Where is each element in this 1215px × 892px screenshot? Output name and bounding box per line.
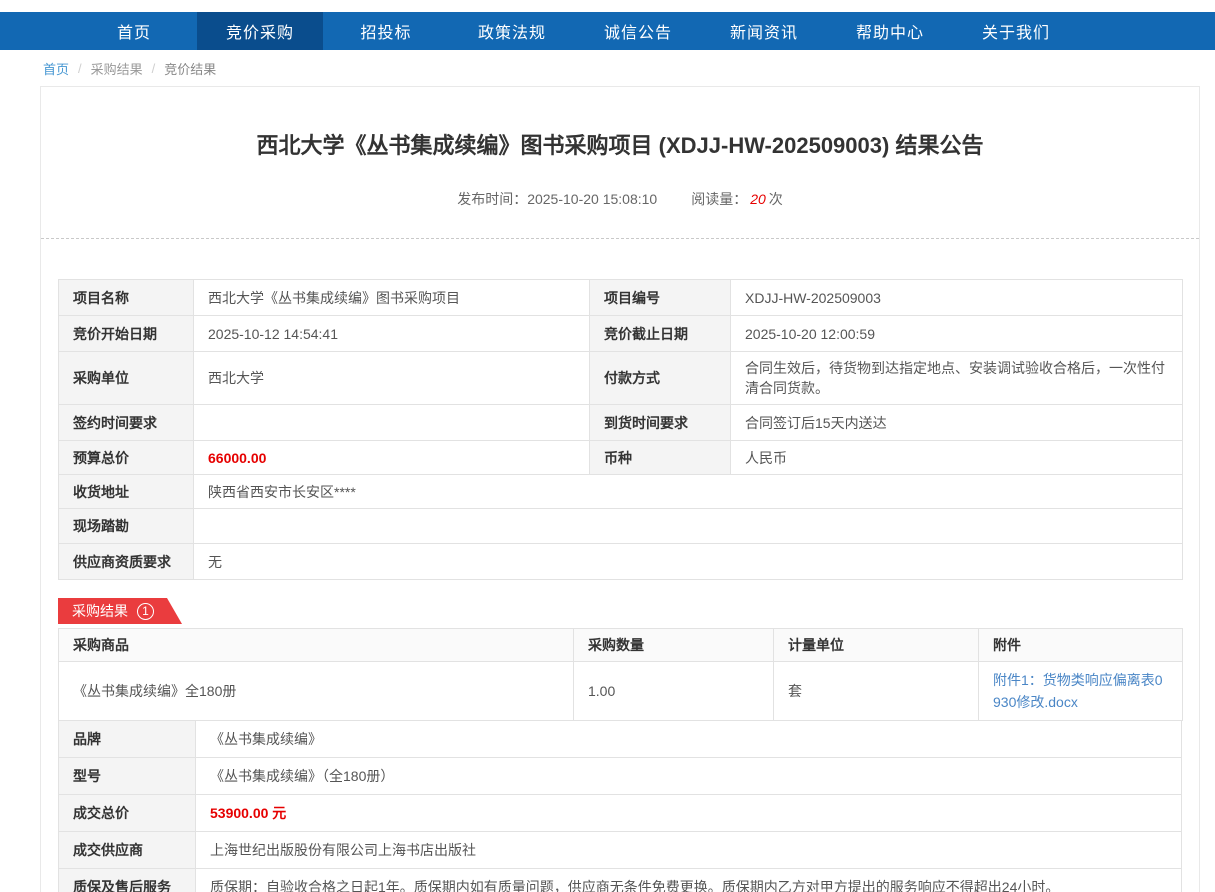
table-row-signing-delivery: 签约时间要求 到货时间要求 合同签订后15天内送达	[59, 405, 1183, 441]
field-label: 币种	[590, 441, 731, 475]
field-label: 竞价截止日期	[590, 316, 731, 352]
product-name: 《丛书集成续编》全180册	[59, 662, 574, 721]
field-value: 《丛书集成续编》	[196, 721, 1182, 758]
table-row-deal-total-price: 成交总价 53900.00 元	[59, 795, 1182, 832]
field-label: 品牌	[59, 721, 196, 758]
product-quantity: 1.00	[574, 662, 774, 721]
field-label: 项目编号	[590, 280, 731, 316]
publish-time-value: 2025-10-20 15:08:10	[527, 191, 657, 207]
field-label: 现场踏勘	[59, 509, 194, 544]
table-row-model: 型号 《丛书集成续编》（全180册）	[59, 758, 1182, 795]
field-label: 供应商资质要求	[59, 544, 194, 580]
field-label: 签约时间要求	[59, 405, 194, 441]
field-label: 成交总价	[59, 795, 196, 832]
views-count: 20	[750, 191, 766, 207]
field-label: 付款方式	[590, 352, 731, 405]
table-row-supplier-qualification: 供应商资质要求 无	[59, 544, 1183, 580]
field-label: 预算总价	[59, 441, 194, 475]
product-unit: 套	[774, 662, 979, 721]
page-title: 西北大学《丛书集成续编》图书采购项目 (XDJJ-HW-202509003) 结…	[41, 131, 1199, 161]
field-label: 质保及售后服务	[59, 869, 196, 892]
breadcrumb-separator: /	[152, 61, 156, 76]
field-value: 人民币	[731, 441, 1183, 475]
views-unit: 次	[769, 191, 783, 207]
breadcrumb-home[interactable]: 首页	[43, 59, 69, 78]
breadcrumb: 首页 / 采购结果 / 竞价结果	[0, 50, 1215, 86]
nav-item-policies[interactable]: 政策法规	[449, 12, 575, 50]
announcement-card: 西北大学《丛书集成续编》图书采购项目 (XDJJ-HW-202509003) 结…	[40, 86, 1200, 892]
project-info-table: 项目名称 西北大学《丛书集成续编》图书采购项目 项目编号 XDJJ-HW-202…	[58, 279, 1183, 580]
publish-time-label: 发布时间：	[457, 191, 527, 207]
table-row-project-name: 项目名称 西北大学《丛书集成续编》图书采购项目 项目编号 XDJJ-HW-202…	[59, 280, 1183, 316]
nav-item-about-us[interactable]: 关于我们	[953, 12, 1079, 50]
nav-item-help-center[interactable]: 帮助中心	[827, 12, 953, 50]
badge-count: 1	[137, 603, 154, 620]
dashed-divider	[41, 238, 1199, 239]
table-row-winning-supplier: 成交供应商 上海世纪出版股份有限公司上海书店出版社	[59, 832, 1182, 869]
field-value: 陕西省西安市长安区****	[194, 475, 1183, 509]
field-label: 收货地址	[59, 475, 194, 509]
column-header-product: 采购商品	[59, 629, 574, 662]
field-value: 西北大学	[194, 352, 590, 405]
nav-item-integrity-notices[interactable]: 诚信公告	[575, 12, 701, 50]
table-row-brand: 品牌 《丛书集成续编》	[59, 721, 1182, 758]
field-label: 成交供应商	[59, 832, 196, 869]
article-meta: 发布时间：2025-10-20 15:08:10 阅读量：20次	[41, 189, 1199, 209]
field-label: 竞价开始日期	[59, 316, 194, 352]
badge-label: 采购结果	[72, 601, 128, 621]
table-row-product: 《丛书集成续编》全180册 1.00 套 附件1：货物类响应偏离表0930修改.…	[59, 662, 1183, 721]
breadcrumb-separator: /	[78, 61, 82, 76]
nav-item-home[interactable]: 首页	[71, 12, 197, 50]
field-value: 2025-10-12 14:54:41	[194, 316, 590, 352]
field-value	[194, 509, 1183, 544]
main-navigation: 首页 竞价采购 招投标 政策法规 诚信公告 新闻资讯 帮助中心 关于我们	[0, 12, 1215, 50]
table-row-bidding-dates: 竞价开始日期 2025-10-12 14:54:41 竞价截止日期 2025-1…	[59, 316, 1183, 352]
column-header-unit: 计量单位	[774, 629, 979, 662]
field-value: XDJJ-HW-202509003	[731, 280, 1183, 316]
deal-detail-table: 品牌 《丛书集成续编》 型号 《丛书集成续编》（全180册） 成交总价 5390…	[58, 720, 1182, 892]
field-value	[194, 405, 590, 441]
field-value: 《丛书集成续编》（全180册）	[196, 758, 1182, 795]
nav-item-news[interactable]: 新闻资讯	[701, 12, 827, 50]
field-value: 2025-10-20 12:00:59	[731, 316, 1183, 352]
breadcrumb-procurement-results[interactable]: 采购结果	[91, 59, 143, 78]
views-label: 阅读量：	[691, 191, 747, 207]
column-header-quantity: 采购数量	[574, 629, 774, 662]
table-header-row: 采购商品 采购数量 计量单位 附件	[59, 629, 1183, 662]
field-label: 采购单位	[59, 352, 194, 405]
table-row-delivery-address: 收货地址 陕西省西安市长安区****	[59, 475, 1183, 509]
nav-item-bidding-procurement[interactable]: 竞价采购	[197, 12, 323, 50]
table-row-purchaser-payment: 采购单位 西北大学 付款方式 合同生效后，待货物到达指定地点、安装调试验收合格后…	[59, 352, 1183, 405]
field-value: 质保期：自验收合格之日起1年。质保期内如有质量问题，供应商无条件免费更换。质保期…	[196, 869, 1182, 892]
field-label: 到货时间要求	[590, 405, 731, 441]
table-row-budget-currency: 预算总价 66000.00 币种 人民币	[59, 441, 1183, 475]
breadcrumb-bidding-results: 竞价结果	[164, 59, 216, 78]
field-value: 上海世纪出版股份有限公司上海书店出版社	[196, 832, 1182, 869]
product-result-table: 采购商品 采购数量 计量单位 附件 《丛书集成续编》全180册 1.00 套 附…	[58, 628, 1183, 721]
top-white-strip	[0, 0, 1215, 12]
deal-total-price-value: 53900.00 元	[196, 795, 1182, 832]
column-header-attachment: 附件	[979, 629, 1183, 662]
table-row-warranty-service: 质保及售后服务 质保期：自验收合格之日起1年。质保期内如有质量问题，供应商无条件…	[59, 869, 1182, 892]
field-value: 无	[194, 544, 1183, 580]
field-value: 西北大学《丛书集成续编》图书采购项目	[194, 280, 590, 316]
field-value: 合同签订后15天内送达	[731, 405, 1183, 441]
field-value: 合同生效后，待货物到达指定地点、安装调试验收合格后，一次性付清合同货款。	[731, 352, 1183, 405]
procurement-result-badge: 采购结果 1	[58, 598, 182, 624]
nav-item-tendering[interactable]: 招投标	[323, 12, 449, 50]
field-label: 项目名称	[59, 280, 194, 316]
table-row-site-survey: 现场踏勘	[59, 509, 1183, 544]
field-label: 型号	[59, 758, 196, 795]
attachment-link[interactable]: 附件1：货物类响应偏离表0930修改.docx	[993, 672, 1163, 710]
budget-total-value: 66000.00	[194, 441, 590, 475]
